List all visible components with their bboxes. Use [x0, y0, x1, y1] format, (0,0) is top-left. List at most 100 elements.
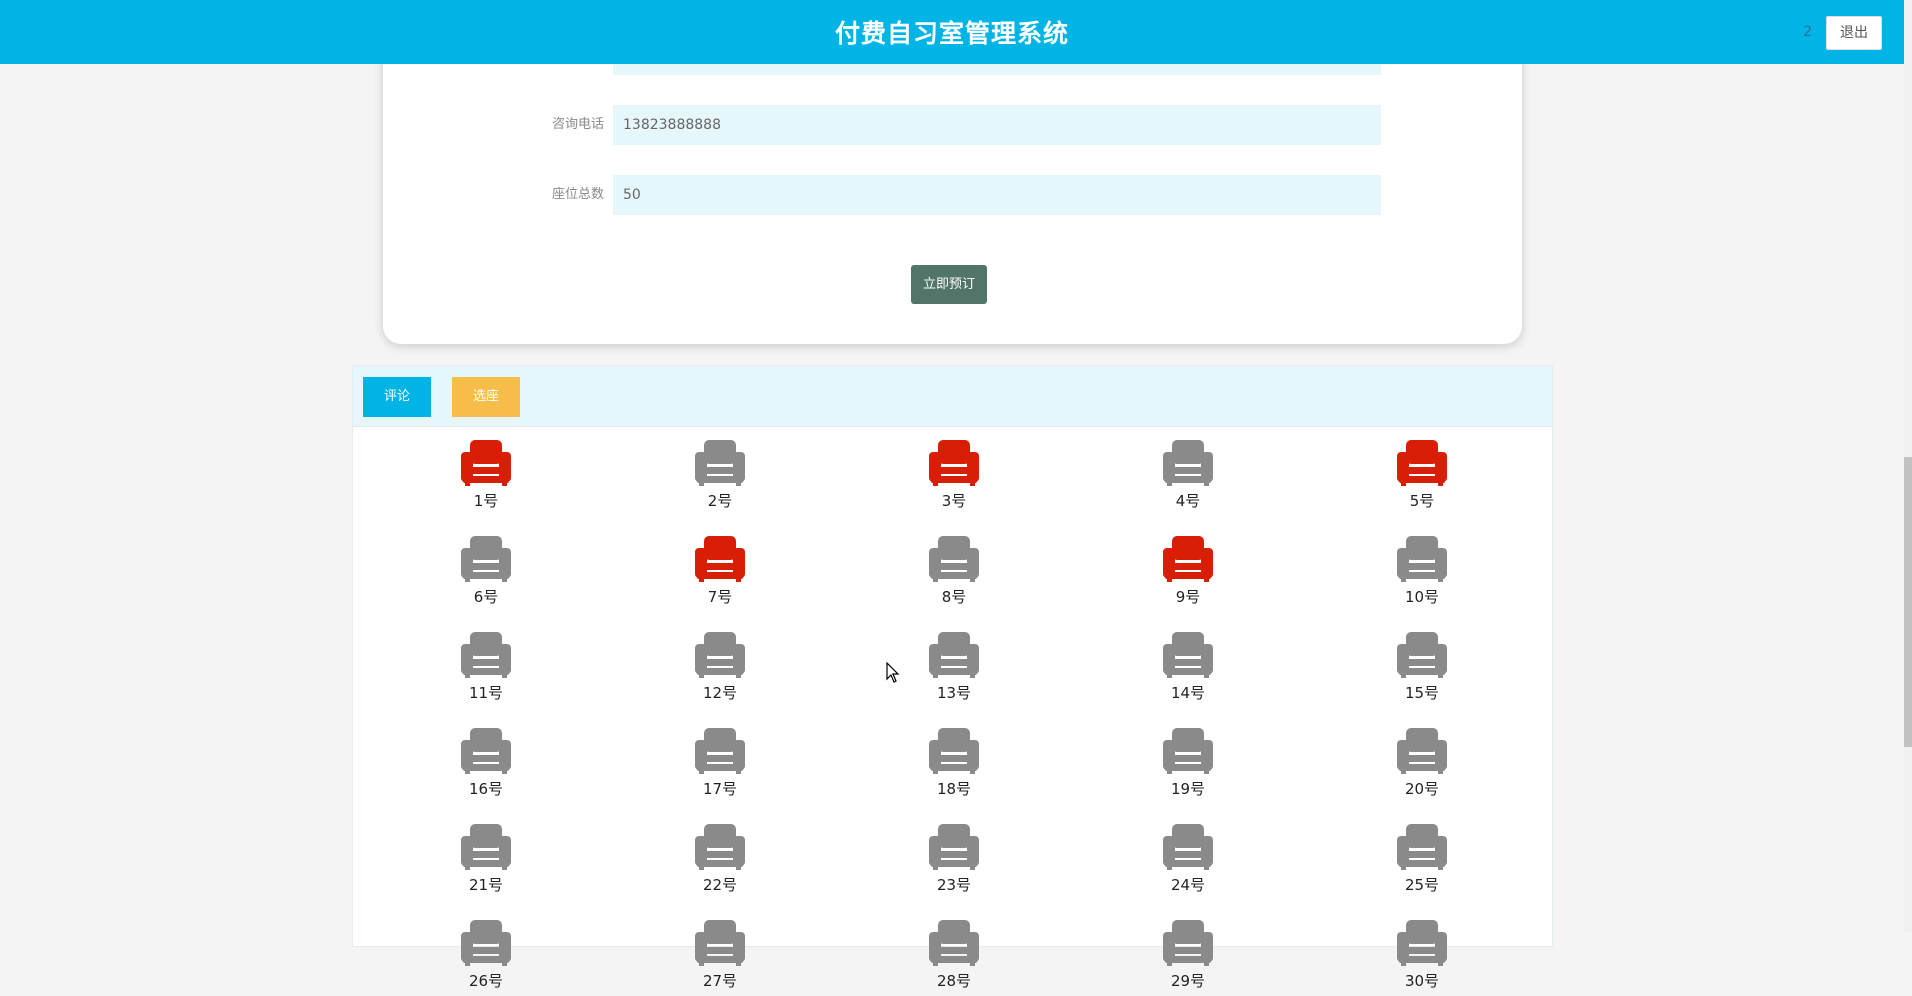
- armchair-icon: [1397, 728, 1447, 774]
- seat-label: 8号: [941, 588, 967, 606]
- seat-24[interactable]: 24号: [1128, 810, 1248, 900]
- armchair-icon: [695, 536, 745, 582]
- seat-23[interactable]: 23号: [894, 810, 1014, 900]
- seat-label: 10号: [1404, 588, 1440, 606]
- field-row-phone: 咨询电话 13823888888: [383, 105, 1522, 145]
- armchair-icon: [695, 824, 745, 870]
- seat-17[interactable]: 17号: [660, 714, 780, 804]
- tab-select-seat[interactable]: 选座: [452, 377, 520, 417]
- username[interactable]: 2: [1803, 24, 1812, 40]
- seat-label: 13号: [936, 684, 972, 702]
- seat-label: 19号: [1170, 780, 1206, 798]
- seat-16[interactable]: 16号: [426, 714, 546, 804]
- armchair-icon: [1397, 536, 1447, 582]
- seat-26[interactable]: 26号: [426, 906, 546, 996]
- armchair-icon: [929, 536, 979, 582]
- armchair-icon: [461, 824, 511, 870]
- seat-13[interactable]: 13号: [894, 618, 1014, 708]
- seat-label: 25号: [1404, 876, 1440, 894]
- seat-10[interactable]: 10号: [1362, 522, 1482, 612]
- seat-label: 29号: [1170, 972, 1206, 990]
- seat-28[interactable]: 28号: [894, 906, 1014, 996]
- seat-label: 7号: [707, 588, 733, 606]
- armchair-icon: [1397, 824, 1447, 870]
- seat-label: 20号: [1404, 780, 1440, 798]
- seat-label: 26号: [468, 972, 504, 990]
- seat-label: 12号: [702, 684, 738, 702]
- armchair-icon: [929, 824, 979, 870]
- seat-2[interactable]: 2号: [660, 426, 780, 516]
- seat-label: 30号: [1404, 972, 1440, 990]
- seat-label: 4号: [1175, 492, 1201, 510]
- armchair-icon: [461, 632, 511, 678]
- seat-9[interactable]: 9号: [1128, 522, 1248, 612]
- seat-12[interactable]: 12号: [660, 618, 780, 708]
- seat-label: 6号: [473, 588, 499, 606]
- seat-15[interactable]: 15号: [1362, 618, 1482, 708]
- seat-label: 23号: [936, 876, 972, 894]
- seat-11[interactable]: 11号: [426, 618, 546, 708]
- armchair-icon: [929, 920, 979, 966]
- seat-19[interactable]: 19号: [1128, 714, 1248, 804]
- seat-27[interactable]: 27号: [660, 906, 780, 996]
- seat-25[interactable]: 25号: [1362, 810, 1482, 900]
- seat-label: 22号: [702, 876, 738, 894]
- seat-label: 14号: [1170, 684, 1206, 702]
- tab-comments[interactable]: 评论: [363, 377, 431, 417]
- armchair-icon: [1163, 632, 1213, 678]
- scrollbar-thumb[interactable]: [1904, 457, 1912, 747]
- seat-label: 24号: [1170, 876, 1206, 894]
- seat-label: 1号: [473, 492, 499, 510]
- logout-button[interactable]: 退出: [1826, 16, 1882, 50]
- app-title: 付费自习室管理系统: [834, 19, 1069, 48]
- seat-29[interactable]: 29号: [1128, 906, 1248, 996]
- seat-14[interactable]: 14号: [1128, 618, 1248, 708]
- seat-label: 9号: [1175, 588, 1201, 606]
- seat-22[interactable]: 22号: [660, 810, 780, 900]
- tab-bar: 评论 选座: [353, 366, 1552, 427]
- armchair-icon: [1397, 632, 1447, 678]
- seat-1[interactable]: 1号: [426, 426, 546, 516]
- armchair-icon: [929, 440, 979, 486]
- seat-label: 17号: [702, 780, 738, 798]
- armchair-icon: [1163, 920, 1213, 966]
- scrollbar-track[interactable]: [1904, 0, 1912, 932]
- seat-label: 2号: [707, 492, 733, 510]
- armchair-icon: [695, 728, 745, 774]
- seat-3[interactable]: 3号: [894, 426, 1014, 516]
- armchair-icon: [461, 536, 511, 582]
- book-now-button[interactable]: 立即预订: [911, 265, 987, 304]
- armchair-icon: [461, 728, 511, 774]
- armchair-icon: [695, 920, 745, 966]
- field-label-phone: 咨询电话: [551, 117, 604, 132]
- armchair-icon: [1397, 920, 1447, 966]
- armchair-icon: [695, 632, 745, 678]
- top-bar: 付费自习室管理系统 2 退出: [0, 0, 1904, 64]
- seat-20[interactable]: 20号: [1362, 714, 1482, 804]
- seat-6[interactable]: 6号: [426, 522, 546, 612]
- seat-18[interactable]: 18号: [894, 714, 1014, 804]
- seat-label: 18号: [936, 780, 972, 798]
- armchair-icon: [461, 440, 511, 486]
- field-row-seat-total: 座位总数 50: [383, 175, 1522, 215]
- armchair-icon: [929, 632, 979, 678]
- seat-panel: 评论 选座 1号 2号 3号 4号 5号 6号 7号 8号 9号 10号 11号 12号 13号 14号 1…: [352, 365, 1553, 990]
- seat-21[interactable]: 21号: [426, 810, 546, 900]
- armchair-icon: [1163, 824, 1213, 870]
- armchair-icon: [1163, 440, 1213, 486]
- field-value-seat-total: 50: [613, 175, 1381, 215]
- armchair-icon: [461, 920, 511, 966]
- seat-30[interactable]: 30号: [1362, 906, 1482, 996]
- seat-5[interactable]: 5号: [1362, 426, 1482, 516]
- armchair-icon: [1163, 728, 1213, 774]
- seat-grid: 1号 2号 3号 4号 5号 6号 7号 8号 9号 10号 11号 12号 13号 14号 15号 16号 1…: [353, 426, 1552, 990]
- seat-label: 5号: [1409, 492, 1435, 510]
- armchair-icon: [1163, 536, 1213, 582]
- seat-7[interactable]: 7号: [660, 522, 780, 612]
- field-label-seat-total: 座位总数: [551, 187, 604, 202]
- seat-label: 3号: [941, 492, 967, 510]
- seat-8[interactable]: 8号: [894, 522, 1014, 612]
- seat-label: 16号: [468, 780, 504, 798]
- seat-label: 15号: [1404, 684, 1440, 702]
- seat-4[interactable]: 4号: [1128, 426, 1248, 516]
